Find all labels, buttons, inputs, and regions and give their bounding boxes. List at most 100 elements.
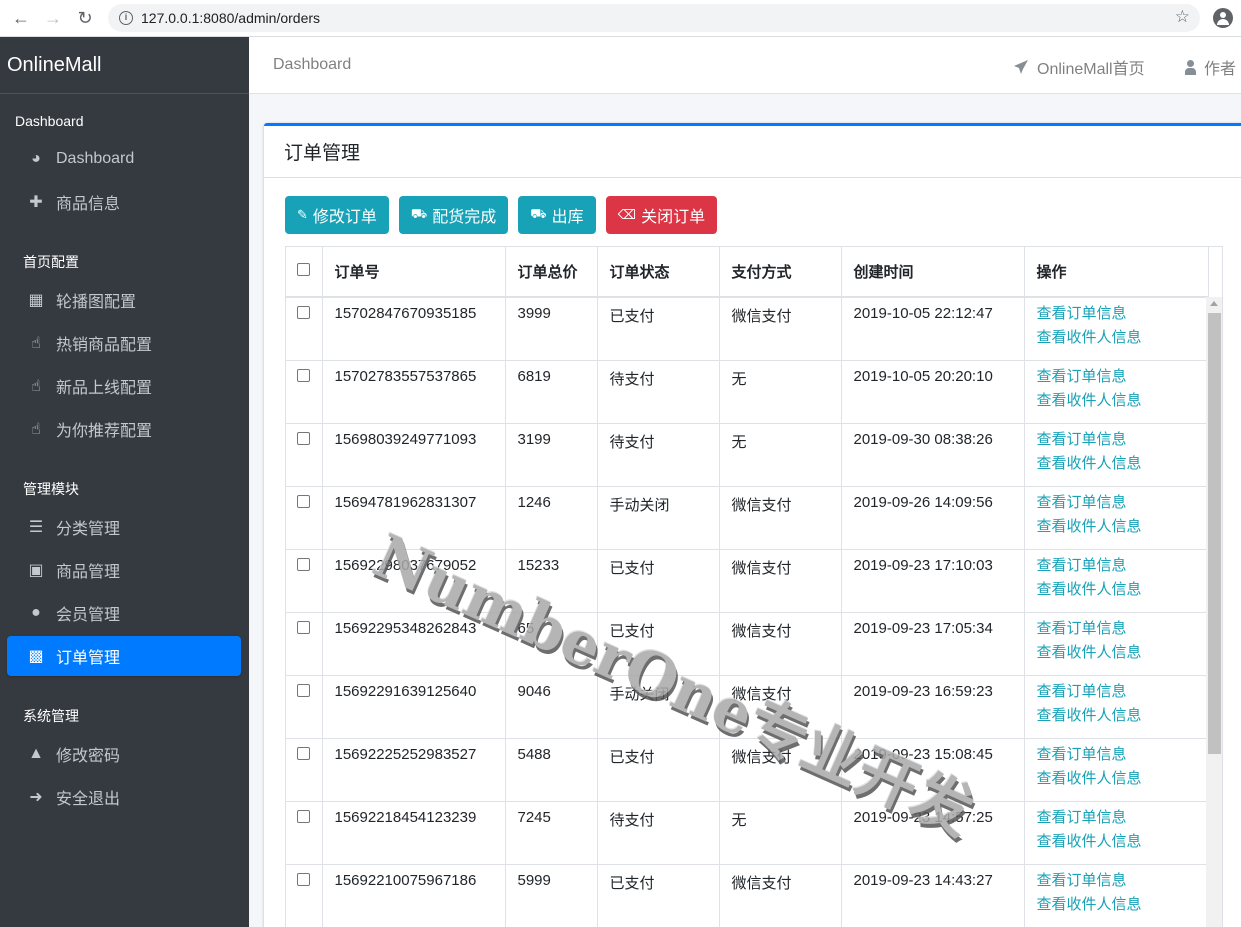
sidebar-item[interactable]: ☝ 热销商品配置 (7, 323, 241, 363)
cell-status: 待支付 (597, 360, 720, 424)
view-receiver-link[interactable]: 查看收件人信息 (1037, 389, 1208, 413)
view-receiver-link[interactable]: 查看收件人信息 (1037, 893, 1208, 917)
card-title: 订单管理 (264, 126, 1241, 178)
cell-actions: 查看订单信息 查看收件人信息 (1024, 423, 1209, 487)
profile-avatar-icon[interactable] (1213, 8, 1233, 28)
sidebar-item-label: 修改密码 (56, 748, 121, 765)
sidebar-item-label: 商品信息 (56, 196, 121, 213)
row-select-cell (286, 864, 323, 927)
view-order-link[interactable]: 查看订单信息 (1037, 302, 1208, 326)
cell-order-no: 15692291639125640 (322, 675, 506, 739)
sidebar-item[interactable]: ☰ 分类管理 (7, 507, 241, 547)
author-link[interactable]: 作者 (1184, 55, 1236, 79)
sidebar-item[interactable]: ● 会员管理 (7, 593, 241, 633)
view-order-link[interactable]: 查看订单信息 (1037, 617, 1208, 641)
sidebar-item[interactable]: ➜ 安全退出 (7, 777, 241, 817)
address-url[interactable]: 127.0.0.1:8080/admin/orders (141, 10, 320, 26)
archive-icon: ▣ (28, 562, 44, 579)
sidebar-item[interactable]: ◕ Dashboard (7, 139, 241, 179)
scroll-up-arrow-icon[interactable] (1210, 301, 1218, 306)
brand-title[interactable]: OnlineMall (0, 37, 249, 94)
row-checkbox[interactable] (297, 368, 311, 382)
sidebar-item[interactable]: ▩ 订单管理 (7, 636, 241, 676)
sidebar: OnlineMall Dashboard ◕ Dashboard ✚ 商品信息 首页配置 ▦… (0, 37, 249, 927)
toolbar-button[interactable]: ✎ 修改订单 (285, 196, 389, 234)
select-all-checkbox[interactable] (297, 263, 311, 276)
view-order-link[interactable]: 查看订单信息 (1037, 491, 1208, 515)
row-checkbox[interactable] (297, 809, 311, 823)
view-receiver-link[interactable]: 查看收件人信息 (1037, 515, 1208, 539)
sidebar-item[interactable]: ☝ 为你推荐配置 (7, 409, 241, 449)
cell-actions: 查看订单信息 查看收件人信息 (1024, 801, 1209, 865)
cell-pay: 微信支付 (719, 738, 842, 802)
view-receiver-link[interactable]: 查看收件人信息 (1037, 578, 1208, 602)
hand-pointer-icon: ☝ (31, 421, 41, 438)
cell-pay: 微信支付 (719, 486, 842, 550)
cell-status: 手动关闭 (597, 486, 720, 550)
sidebar-item[interactable]: ▣ 商品管理 (7, 550, 241, 590)
column-header: 创建时间 (841, 247, 1025, 298)
view-order-link[interactable]: 查看订单信息 (1037, 869, 1208, 893)
cell-status: 手动关闭 (597, 675, 720, 739)
toolbar-button[interactable]: ⛟ 配货完成 (398, 196, 509, 234)
cell-created: 2019-09-23 15:08:45 (841, 738, 1025, 802)
sidebar-item-label: 会员管理 (56, 607, 121, 624)
view-receiver-link[interactable]: 查看收件人信息 (1037, 704, 1208, 728)
table-scrollbar[interactable] (1206, 297, 1222, 927)
column-header: 支付方式 (719, 247, 842, 298)
view-receiver-link[interactable]: 查看收件人信息 (1037, 452, 1208, 476)
row-checkbox[interactable] (297, 494, 311, 508)
view-order-link[interactable]: 查看订单信息 (1037, 554, 1208, 578)
scrollbar-thumb[interactable] (1208, 313, 1221, 754)
row-select-cell (286, 738, 323, 802)
user-secret-icon: ▲ (28, 745, 44, 762)
image-icon: ▦ (28, 292, 44, 309)
row-checkbox[interactable] (297, 557, 311, 571)
view-receiver-link[interactable]: 查看收件人信息 (1037, 830, 1208, 854)
address-bar[interactable]: i 127.0.0.1:8080/admin/orders ☆ (108, 4, 1200, 32)
row-checkbox[interactable] (297, 683, 311, 697)
row-checkbox[interactable] (297, 746, 311, 760)
sidebar-item-label: 商品管理 (56, 564, 121, 581)
sidebar-item-label: 分类管理 (56, 521, 121, 538)
toolbar-button[interactable]: ⌫ 关闭订单 (605, 196, 718, 234)
toolbar-button-label: 修改订单 (312, 209, 377, 226)
toolbar-button[interactable]: ⛟ 出库 (518, 196, 596, 234)
sidebar-item[interactable]: ✚ 商品信息 (7, 182, 241, 222)
view-receiver-link[interactable]: 查看收件人信息 (1037, 641, 1208, 665)
cell-status: 已支付 (597, 549, 720, 613)
sidebar-item[interactable]: ▦ 轮播图配置 (7, 280, 241, 320)
hand-pointer-icon: ☝ (31, 378, 41, 395)
forward-arrow-icon[interactable]: → (42, 7, 64, 29)
cell-pay: 微信支付 (719, 297, 842, 361)
view-order-link[interactable]: 查看订单信息 (1037, 365, 1208, 389)
row-checkbox[interactable] (297, 306, 311, 319)
site-info-icon[interactable]: i (119, 11, 133, 25)
cell-order-no: 15698039249771093 (322, 423, 506, 487)
back-arrow-icon[interactable]: ← (10, 7, 32, 29)
column-header: 订单状态 (597, 247, 720, 298)
sidebar-item[interactable]: ▲ 修改密码 (7, 734, 241, 774)
view-receiver-link[interactable]: 查看收件人信息 (1037, 326, 1208, 350)
row-checkbox[interactable] (297, 872, 311, 886)
reload-icon[interactable]: ↻ (74, 7, 96, 29)
cell-actions: 查看订单信息 查看收件人信息 (1024, 675, 1209, 739)
sidebar-item[interactable]: ☝ 新品上线配置 (7, 366, 241, 406)
cell-pay: 无 (719, 360, 842, 424)
bookmark-star-icon[interactable]: ☆ (1175, 7, 1190, 27)
view-receiver-link[interactable]: 查看收件人信息 (1037, 767, 1208, 791)
users-icon: ● (31, 604, 41, 621)
view-order-link[interactable]: 查看订单信息 (1037, 428, 1208, 452)
breadcrumb[interactable]: Dashboard (273, 56, 351, 74)
cell-pay: 微信支付 (719, 864, 842, 927)
view-order-link[interactable]: 查看订单信息 (1037, 680, 1208, 704)
row-checkbox[interactable] (297, 431, 311, 445)
view-order-link[interactable]: 查看订单信息 (1037, 806, 1208, 830)
cell-status: 已支付 (597, 297, 720, 361)
view-order-link[interactable]: 查看订单信息 (1037, 743, 1208, 767)
table-row: 15692295348262843 65 已支付 微信支付 2019-09-23 17:… (286, 612, 1209, 676)
select-all-cell (286, 247, 323, 298)
cell-created: 2019-09-23 14:43:27 (841, 864, 1025, 927)
row-checkbox[interactable] (297, 620, 311, 634)
home-link[interactable]: OnlineMall首页 (1013, 55, 1145, 79)
